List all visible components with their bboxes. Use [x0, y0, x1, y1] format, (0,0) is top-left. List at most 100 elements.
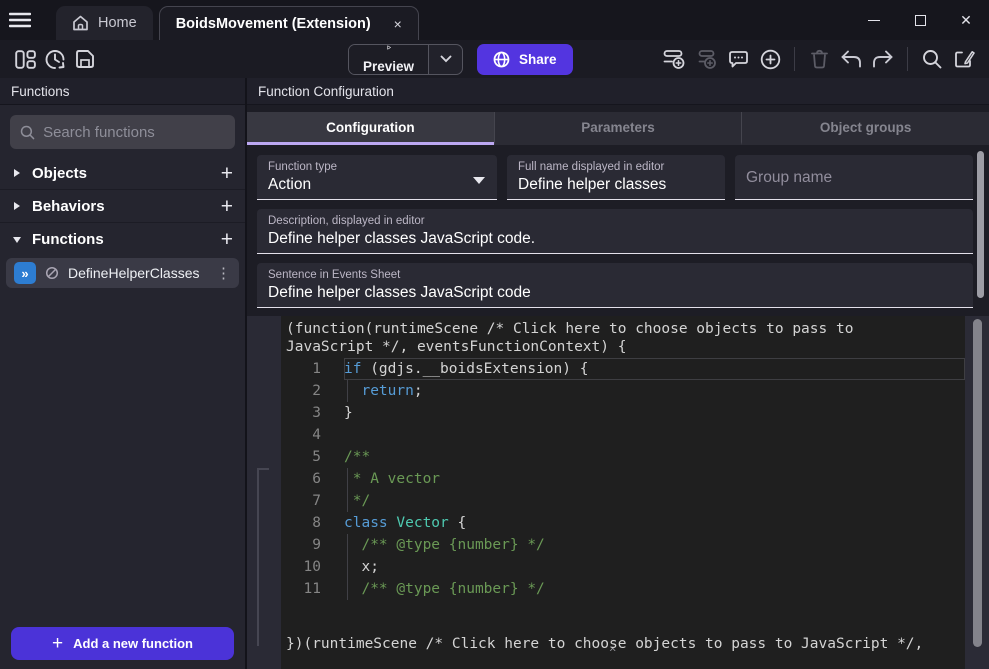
function-gear-icon: » [14, 262, 36, 284]
close-button[interactable]: ✕ [943, 0, 989, 40]
sentence-field[interactable]: Sentence in Events Sheet [257, 263, 973, 308]
line-content: /** @type {number} */ [344, 534, 965, 556]
line-number: 6 [281, 471, 321, 487]
edit-extension-button[interactable] [949, 44, 979, 74]
line-number: 3 [281, 405, 321, 421]
delete-button[interactable] [804, 44, 834, 74]
save-button[interactable] [70, 44, 100, 74]
function-item-definehelperclasses[interactable]: » DefineHelperClasses ⋮ [6, 258, 239, 288]
add-function-plus-button[interactable]: + [221, 229, 233, 250]
globe-icon [493, 51, 510, 68]
line-number: 5 [281, 449, 321, 465]
preview-share-group: Preview Share [348, 44, 573, 75]
preview-button[interactable]: Preview [349, 45, 428, 74]
group-name-field[interactable] [735, 155, 973, 200]
line-content [344, 424, 965, 446]
undo-button[interactable] [836, 44, 866, 74]
tab-object-groups[interactable]: Object groups [741, 112, 989, 145]
add-comment-button[interactable] [723, 44, 753, 74]
code-line[interactable]: 1if (gdjs.__boidsExtension) { [281, 358, 965, 380]
maximize-button[interactable] [897, 0, 943, 40]
preview-dropdown-button[interactable] [428, 45, 462, 74]
project-manager-button[interactable] [10, 44, 40, 74]
add-subevent-icon [695, 49, 718, 70]
function-type-select[interactable]: Function type Action [257, 155, 497, 200]
code-line[interactable]: 9 /** @type {number} */ [281, 534, 965, 556]
editor-scrollbar-track[interactable] [965, 316, 989, 669]
code-line[interactable]: 10 x; [281, 556, 965, 578]
line-number: 1 [281, 361, 321, 377]
circle-plus-icon [760, 49, 781, 70]
minimize-button[interactable] [851, 0, 897, 40]
add-event-button[interactable] [659, 44, 689, 74]
preview-split-button: Preview [348, 44, 463, 75]
code-line[interactable]: 6 * A vector [281, 468, 965, 490]
code-lines: 1if (gdjs.__boidsExtension) {2 return;3}… [281, 358, 965, 600]
code-editor[interactable]: (function(runtimeScene /* Click here to … [281, 316, 965, 669]
code-line[interactable]: 3} [281, 402, 965, 424]
function-item-menu-icon[interactable]: ⋮ [216, 264, 231, 282]
search-functions-box[interactable] [10, 115, 235, 149]
add-new-function-button[interactable]: + Add a new function [11, 627, 234, 660]
code-line[interactable]: 11 /** @type {number} */ [281, 578, 965, 600]
function-item-label: DefineHelperClasses [68, 265, 200, 281]
code-wrapper-header[interactable]: (function(runtimeScene /* Click here to … [281, 321, 965, 356]
redo-button[interactable] [868, 44, 898, 74]
functions-sidebar: Functions Objects + Behaviors [0, 78, 247, 669]
section-label: Functions [32, 231, 104, 248]
footer-line-1: })(runtimeScene /* Click here to choose … [286, 636, 965, 654]
toolbar: Preview Share [0, 40, 989, 78]
full-name-input[interactable] [518, 176, 714, 194]
description-field[interactable]: Description, displayed in editor [257, 209, 973, 254]
private-icon [45, 266, 59, 280]
config-scrollbar[interactable] [977, 151, 984, 298]
sidebar-section-functions[interactable]: Functions + [0, 223, 245, 256]
search-events-button[interactable] [917, 44, 947, 74]
line-content: */ [344, 490, 965, 512]
tab-project[interactable]: BoidsMovement (Extension) × [159, 6, 419, 40]
home-icon [72, 15, 89, 31]
group-name-input[interactable] [746, 169, 962, 187]
redo-icon [872, 50, 894, 68]
maximize-icon [915, 15, 926, 26]
search-functions-input[interactable] [43, 124, 225, 141]
sidebar-section-behaviors[interactable]: Behaviors + [0, 190, 245, 223]
line-content: /** [344, 446, 965, 468]
play-icon [381, 45, 397, 50]
line-number: 7 [281, 493, 321, 509]
editor-scrollbar-thumb[interactable] [973, 319, 982, 647]
add-subevent-button[interactable] [691, 44, 721, 74]
history-button[interactable] [40, 44, 70, 74]
line-content: class Vector { [344, 512, 965, 534]
save-icon [75, 49, 95, 69]
minimize-icon [868, 20, 880, 21]
code-line[interactable]: 8class Vector { [281, 512, 965, 534]
function-type-label: Function type [268, 161, 486, 173]
chevron-right-icon [12, 168, 22, 178]
hamburger-icon [9, 12, 31, 28]
share-button[interactable]: Share [477, 44, 573, 75]
sidebar-section-objects[interactable]: Objects + [0, 157, 245, 190]
code-line[interactable]: 2 return; [281, 380, 965, 402]
description-input[interactable] [268, 230, 962, 248]
undo-icon [840, 50, 862, 68]
tab-configuration[interactable]: Configuration [247, 112, 494, 145]
code-line[interactable]: 5 /** [281, 446, 965, 468]
code-line[interactable]: 4 [281, 424, 965, 446]
add-other-button[interactable] [755, 44, 785, 74]
add-object-button[interactable]: + [221, 163, 233, 184]
sentence-input[interactable] [268, 284, 962, 302]
dropdown-caret-icon [473, 177, 485, 184]
tab-home[interactable]: Home [56, 6, 153, 40]
line-number: 2 [281, 383, 321, 399]
tab-close-icon[interactable]: × [394, 16, 402, 32]
tab-parameters[interactable]: Parameters [494, 112, 742, 145]
full-name-field[interactable]: Full name displayed in editor [507, 155, 725, 200]
code-line[interactable]: 7 */ [281, 490, 965, 512]
line-content: } [344, 402, 965, 424]
layout-panels-icon [15, 50, 36, 69]
code-wrapper-footer[interactable]: })(runtimeScene /* Click here to choose … [281, 601, 965, 669]
expand-hint-caret[interactable]: ^ [609, 646, 616, 659]
menu-button[interactable] [0, 0, 40, 40]
add-behavior-button[interactable]: + [221, 196, 233, 217]
